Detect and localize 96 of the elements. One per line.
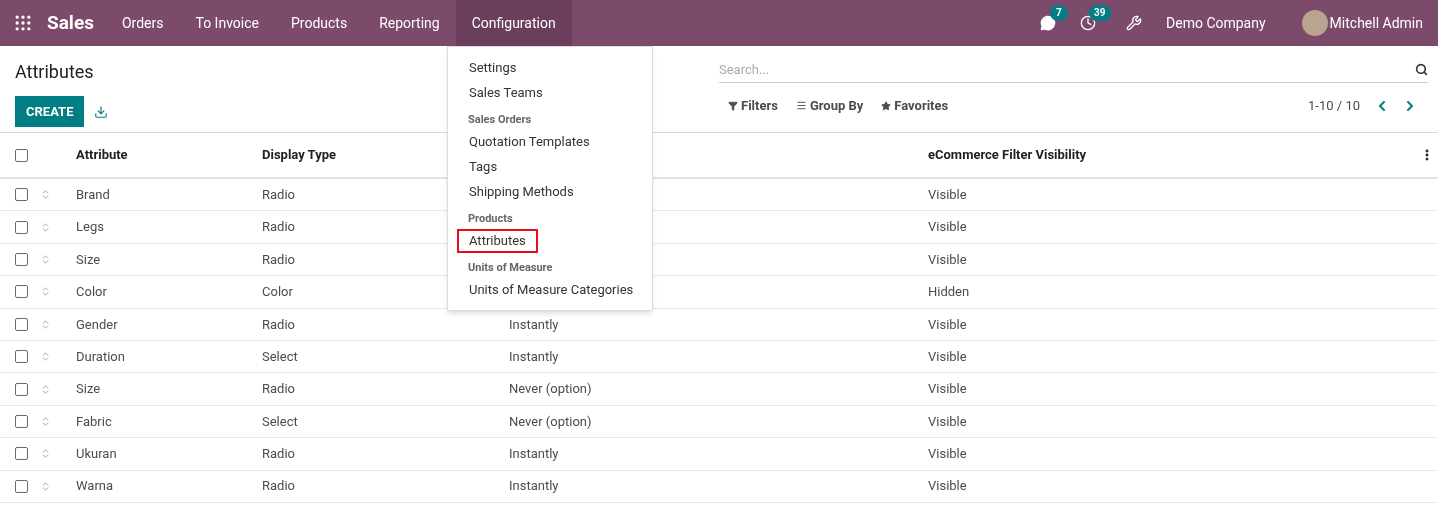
table-cell: Fabric	[76, 413, 112, 429]
drag-handle-icon[interactable]	[40, 480, 51, 492]
user-menu[interactable]: Mitchell Admin	[1329, 12, 1423, 34]
nav-menu-item[interactable]: Orders	[105, 0, 180, 46]
drag-handle-icon[interactable]	[40, 351, 51, 363]
drag-handle-icon[interactable]	[40, 189, 51, 201]
filter-icon	[728, 100, 738, 111]
table-cell: Select	[262, 348, 298, 364]
drag-handle-icon[interactable]	[40, 286, 51, 298]
avatar[interactable]	[1301, 10, 1328, 36]
page-title: Attributes	[15, 61, 94, 82]
table-cell: Visible	[928, 186, 967, 202]
row-checkbox[interactable]	[15, 317, 28, 331]
table-cell: Gender	[76, 316, 118, 332]
table-cell: Select	[262, 413, 298, 429]
apps-menu-icon[interactable]	[13, 13, 33, 33]
menu-item[interactable]: Shipping Methods	[457, 179, 586, 204]
table-cell: Visible	[928, 316, 967, 332]
select-all-checkbox[interactable]	[15, 148, 28, 162]
column-header[interactable]: Attribute	[76, 145, 262, 165]
menu-item[interactable]: Attributes	[457, 228, 538, 253]
menu-section-header: Products	[468, 210, 513, 227]
company-switcher[interactable]: Demo Company	[1166, 12, 1266, 34]
row-checkbox[interactable]	[15, 252, 28, 266]
group-by-button[interactable]: Group By	[795, 96, 864, 116]
table-cell: Visible	[928, 381, 967, 397]
table-cell: Duration	[76, 348, 125, 364]
table-cell: Visible	[928, 251, 967, 267]
menu-item[interactable]: Sales Teams	[457, 80, 555, 105]
pager-value[interactable]: 1-10 / 10	[1308, 96, 1360, 116]
menu-item[interactable]: Units of Measure Categories	[457, 277, 646, 302]
table-cell: Never (option)	[509, 413, 592, 429]
table-cell: Size	[76, 381, 101, 397]
table-cell: Never (option)	[509, 381, 592, 397]
table-cell: Ukuran	[76, 446, 117, 462]
drag-handle-icon[interactable]	[40, 383, 51, 395]
drag-handle-icon[interactable]	[40, 221, 51, 233]
row-checkbox[interactable]	[15, 350, 28, 364]
drag-handle-icon[interactable]	[40, 253, 51, 265]
chat-icon[interactable]	[1040, 15, 1057, 31]
table-cell: Radio	[262, 381, 295, 397]
table-cell: Instantly	[509, 316, 559, 332]
create-button[interactable]: CREATE	[15, 96, 85, 127]
search-field[interactable]: Search...	[719, 56, 1415, 83]
message-count-badge: 7	[1050, 5, 1068, 21]
table-cell: Instantly	[509, 348, 559, 364]
nav-menu-item[interactable]: Configuration	[455, 0, 572, 46]
table-cell: Color	[76, 284, 107, 300]
row-checkbox[interactable]	[15, 285, 28, 299]
tools-icon[interactable]	[1126, 15, 1143, 31]
column-header[interactable]: eCommerce Filter Visibility	[928, 145, 1420, 165]
table-cell: Visible	[928, 348, 967, 364]
menu-item[interactable]: Settings	[457, 55, 529, 80]
table-cell: Radio	[262, 316, 295, 332]
table-cell: Radio	[262, 186, 295, 202]
nav-menu-item[interactable]: Products	[274, 0, 364, 46]
table-cell: Warna	[76, 478, 114, 494]
table-cell: Color	[262, 284, 293, 300]
table-cell: Instantly	[509, 446, 559, 462]
menu-section-header: Sales Orders	[468, 111, 532, 128]
download-icon[interactable]	[94, 104, 109, 119]
search-icon[interactable]	[1415, 62, 1428, 76]
row-checkbox[interactable]	[15, 188, 28, 202]
drag-handle-icon[interactable]	[40, 415, 51, 427]
row-checkbox[interactable]	[15, 479, 28, 493]
table-cell: Visible	[928, 219, 967, 235]
row-checkbox[interactable]	[15, 447, 28, 461]
star-icon	[881, 100, 892, 111]
nav-menu-item[interactable]: Reporting	[363, 0, 456, 46]
menu-item[interactable]: Quotation Templates	[457, 129, 602, 154]
row-checkbox[interactable]	[15, 414, 28, 428]
table-cell: Brand	[76, 186, 110, 202]
filters-button[interactable]: Filters	[728, 96, 778, 116]
table-cell: Radio	[262, 478, 295, 494]
table-cell: Hidden	[928, 284, 970, 300]
table-cell: Instantly	[509, 478, 559, 494]
list-icon	[795, 100, 807, 112]
table-cell: Visible	[928, 446, 967, 462]
favorites-button[interactable]: Favorites	[881, 96, 949, 116]
table-cell: Visible	[928, 413, 967, 429]
table-cell: Radio	[262, 251, 295, 267]
activity-count-badge: 39	[1089, 5, 1111, 21]
nav-menu-item[interactable]: To Invoice	[179, 0, 275, 46]
clock-icon[interactable]	[1080, 15, 1097, 31]
table-cell: Radio	[262, 446, 295, 462]
table-cell: Legs	[76, 219, 104, 235]
menu-item[interactable]: Tags	[457, 154, 510, 179]
drag-handle-icon[interactable]	[40, 448, 51, 460]
app-name[interactable]: Sales	[47, 8, 94, 38]
table-cell: Visible	[928, 478, 967, 494]
table-cell: Size	[76, 251, 101, 267]
row-checkbox[interactable]	[15, 382, 28, 396]
drag-handle-icon[interactable]	[40, 318, 51, 330]
menu-section-header: Units of Measure	[468, 259, 553, 276]
row-checkbox[interactable]	[15, 220, 28, 234]
table-cell: Radio	[262, 219, 295, 235]
